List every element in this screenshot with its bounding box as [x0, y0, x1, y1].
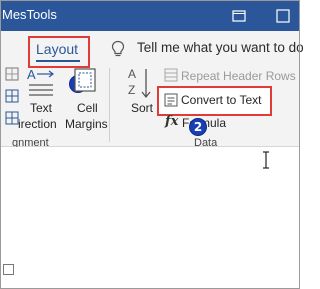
cell-margins-label-2[interactable]: Margins [65, 117, 108, 131]
sort-label[interactable]: Sort [131, 101, 153, 115]
window-icon[interactable] [276, 9, 290, 23]
sort-icon[interactable]: A Z [126, 66, 154, 102]
checkbox-icon[interactable] [3, 264, 14, 275]
formula-icon[interactable]: fx [165, 114, 178, 129]
cell-margins-label[interactable]: Cell [77, 101, 98, 115]
repeat-header-rows-icon[interactable] [164, 68, 178, 82]
window-title: MesTools [2, 7, 57, 22]
group-separator [109, 68, 110, 142]
convert-to-text-button[interactable]: Convert to Text [181, 93, 261, 107]
svg-text:Z: Z [128, 83, 135, 97]
svg-text:A: A [128, 67, 136, 81]
text-direction-label[interactable]: Text [30, 101, 52, 115]
restore-icon[interactable] [232, 10, 246, 22]
tell-me-search[interactable]: Tell me what you want to do [137, 40, 304, 55]
step-badge-2: 2 [189, 118, 207, 136]
convert-to-text-icon[interactable] [164, 93, 178, 107]
repeat-header-rows-label[interactable]: Repeat Header Rows [181, 69, 296, 83]
text-direction-icon[interactable]: A [26, 66, 58, 100]
tab-layout[interactable]: Layout [36, 41, 78, 57]
cell-margins-icon[interactable] [73, 67, 97, 93]
text-cursor-icon [263, 151, 269, 169]
tab-active-underline [36, 60, 80, 62]
document-area[interactable] [1, 147, 299, 287]
lightbulb-icon [111, 40, 125, 57]
title-bar-controls [208, 1, 299, 31]
text-direction-label-2[interactable]: irection [18, 117, 57, 131]
svg-text:A: A [27, 67, 36, 82]
